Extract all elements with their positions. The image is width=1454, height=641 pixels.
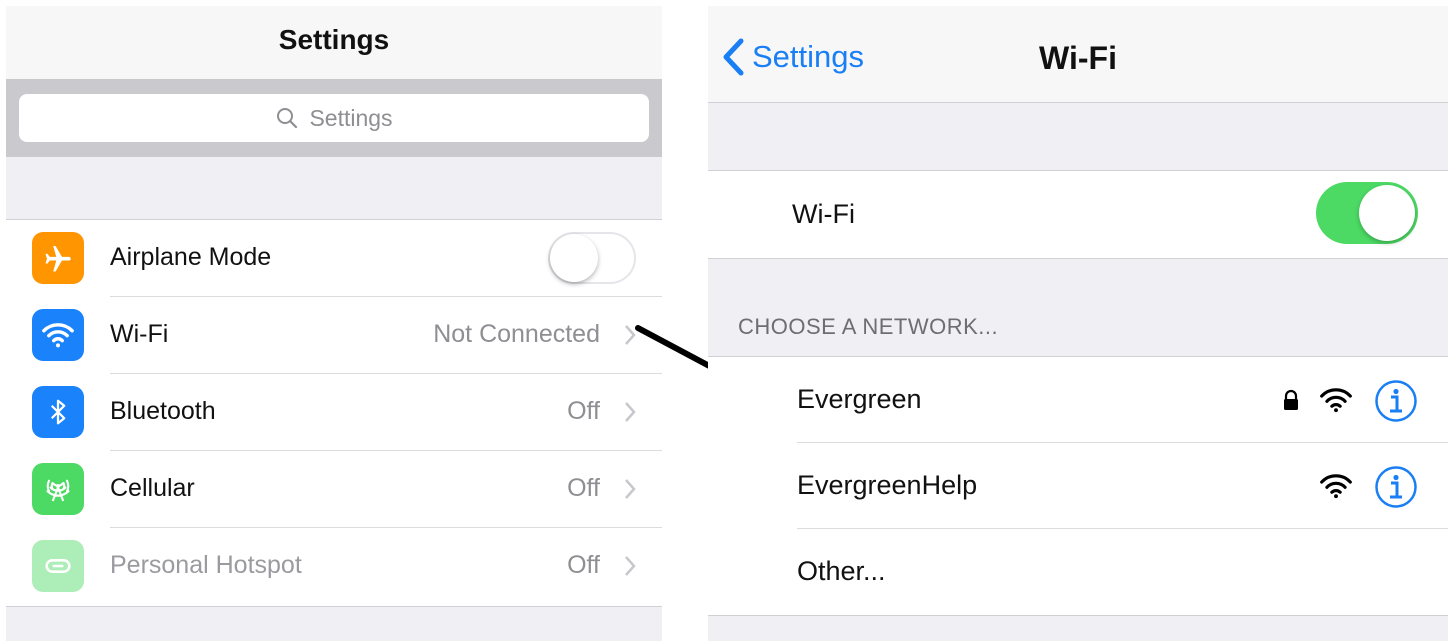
section-header: CHOOSE A NETWORK... [738,314,999,339]
wifi-icon [32,309,84,361]
row-value: Off [567,474,600,502]
row-label: Airplane Mode [110,243,272,271]
info-icon[interactable] [1374,379,1418,423]
chevron-right-icon [625,479,636,499]
row-value: Off [567,397,600,425]
network-row[interactable]: Evergreen [708,357,1448,443]
navigation-bar: Settings Wi-Fi [708,6,1448,103]
info-icon[interactable] [1374,465,1418,509]
toggle-knob [1359,185,1415,241]
settings-row-wifi[interactable]: Wi-Fi Not Connected [6,297,662,374]
page-title: Settings [278,24,390,55]
wifi-toggle[interactable] [1316,182,1418,244]
network-name: EvergreenHelp [797,470,978,500]
toggle-knob [550,234,598,282]
network-row[interactable]: EvergreenHelp [708,443,1448,529]
wifi-signal-icon [1320,388,1352,413]
settings-row-bluetooth[interactable]: Bluetooth Off [6,374,662,451]
search-icon [277,108,298,129]
chevron-right-icon [625,402,636,422]
settings-row-airplane-mode: Airplane Mode [6,220,662,297]
network-name: Evergreen [797,384,922,414]
navigation-bar: Settings [6,6,662,79]
search-bar: Settings [6,79,662,157]
row-label: Cellular [110,474,195,502]
wifi-panel: Settings Wi-Fi Wi-Fi CHOOSE A NETWORK...… [708,6,1448,641]
settings-row-personal-hotspot[interactable]: Personal Hotspot Off [6,528,662,605]
row-label: Wi-Fi [792,199,855,229]
page-title: Wi-Fi [1039,40,1117,76]
settings-row-cellular[interactable]: Cellular Off [6,451,662,528]
search-placeholder: Settings [309,104,393,131]
network-name: Other... [797,556,886,586]
wifi-toggle-row: Wi-Fi [708,170,1448,259]
search-input[interactable]: Settings [19,94,649,142]
row-label: Wi-Fi [110,320,169,348]
bluetooth-icon [32,386,84,438]
airplane-icon [32,232,84,284]
lock-icon [1284,389,1298,410]
cellular-antenna-icon [32,463,84,515]
network-list: Evergreen EvergreenHelp Other... [708,356,1448,616]
chevron-right-icon [625,556,636,576]
row-value: Not Connected [433,320,600,348]
hotspot-icon [32,540,84,592]
network-row-other[interactable]: Other... [708,529,1448,615]
settings-panel: Settings Settings Airplane Mode Wi-Fi No… [6,6,662,641]
row-label: Personal Hotspot [110,551,302,579]
settings-list: Airplane Mode Wi-Fi Not Connected Blueto… [6,219,662,607]
wifi-signal-icon [1320,474,1352,499]
airplane-mode-toggle[interactable] [548,232,636,284]
row-value: Off [567,551,600,579]
row-label: Bluetooth [110,397,216,425]
